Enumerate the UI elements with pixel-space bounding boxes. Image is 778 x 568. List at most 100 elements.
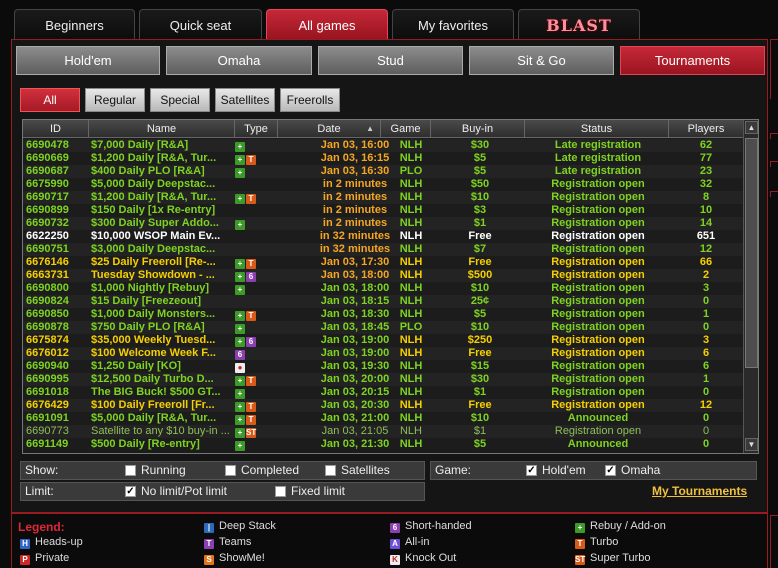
table-row[interactable]: 6690940 $1,250 Daily [KO] ● Jan 03, 19:30 NL… xyxy=(23,360,743,373)
filter-satellites[interactable]: Satellites xyxy=(215,88,275,112)
table-row[interactable]: 6622250 $10,000 WSOP Main Ev... in 32 minu… xyxy=(23,230,743,243)
table-row[interactable]: 6675990 $5,000 Daily Deepstac... in 2 minu… xyxy=(23,178,743,191)
cell-name: $35,000 Weekly Tuesd... xyxy=(91,334,216,346)
cell-id: 6691091 xyxy=(26,412,69,424)
show-label: Show: xyxy=(25,463,59,477)
filter-special[interactable]: Special xyxy=(150,88,210,112)
column-header-game[interactable]: Game xyxy=(381,120,431,138)
cell-game: NLH xyxy=(399,412,423,424)
table-row[interactable]: 6690800 $1,000 Nightly [Rebuy] + Jan 03, 18… xyxy=(23,282,743,295)
table-row[interactable]: 6690824 $15 Daily [Freezeout] Jan 03, 18:1… xyxy=(23,295,743,308)
game-button-tournaments[interactable]: Tournaments xyxy=(620,46,765,75)
cell-type: + T xyxy=(235,256,277,269)
checkbox-omaha[interactable]: ✓ xyxy=(605,465,616,476)
cell-id: 6675874 xyxy=(26,334,69,346)
cell-id: 6690751 xyxy=(26,243,69,255)
game-button-holdem[interactable]: Hold'em xyxy=(16,46,160,75)
my-tournaments-link[interactable]: My Tournaments xyxy=(652,484,747,498)
table-row[interactable]: 6690751 $3,000 Daily Deepstac... in 32 min… xyxy=(23,243,743,256)
button-label: Stud xyxy=(377,53,404,68)
table-row[interactable]: 6690732 $300 Daily Super Addo... + in 2 min… xyxy=(23,217,743,230)
table-row[interactable]: 6675874 $35,000 Weekly Tuesd... +6 Jan 03, … xyxy=(23,334,743,347)
tm-legend-icon: T xyxy=(204,539,214,549)
game-button-sit-and-go[interactable]: Sit & Go xyxy=(469,46,614,75)
table-row[interactable]: 6663731 Tuesday Showdown - ... +6 Jan 03, 1… xyxy=(23,269,743,282)
tab-blast[interactable]: BLAST xyxy=(518,9,640,39)
table-row[interactable]: 6690669 $1,200 Daily [R&A, Tur... + T Jan 03… xyxy=(23,152,743,165)
checkbox-fixed-limit[interactable] xyxy=(275,486,286,497)
cell-game: PLO xyxy=(399,321,423,333)
rebuy-icon: + xyxy=(235,402,245,412)
game-button-stud[interactable]: Stud xyxy=(318,46,463,75)
tournament-table: ID Name Type Date ▲ Game Buy-in Status P… xyxy=(22,119,759,454)
checkbox-completed[interactable] xyxy=(225,465,236,476)
cell-players: 651 xyxy=(696,230,716,242)
tab-quick-seat[interactable]: Quick seat xyxy=(139,9,262,39)
cell-game: NLH xyxy=(399,269,423,281)
vertical-scrollbar[interactable]: ▲ ▼ xyxy=(743,120,758,453)
cell-name: $1,250 Daily [KO] xyxy=(91,360,181,372)
tab-beginners[interactable]: Beginners xyxy=(14,9,135,39)
turbo-icon: T xyxy=(246,415,256,425)
checkbox-holdem[interactable]: ✓ xyxy=(526,465,537,476)
scroll-up-icon[interactable]: ▲ xyxy=(745,121,758,134)
cell-status: Registration open xyxy=(551,386,645,398)
cell-id: 6690687 xyxy=(26,165,69,177)
table-row[interactable]: 6691149 $500 Daily [Re-entry] + Jan 03, 21:… xyxy=(23,438,743,451)
column-header-players[interactable]: Players xyxy=(669,120,743,138)
cell-id: 6690940 xyxy=(26,360,69,372)
cell-game: NLH xyxy=(399,360,423,372)
cell-status: Registration open xyxy=(551,230,645,242)
filter-regular[interactable]: Regular xyxy=(85,88,145,112)
cell-type: + T xyxy=(235,412,277,425)
show-filter-row: Show: Running Completed Satellites xyxy=(20,461,425,480)
table-row[interactable]: 6690995 $12,500 Daily Turbo D... + T Jan 03,… xyxy=(23,373,743,386)
rebuy-icon: + xyxy=(235,389,245,399)
table-row[interactable]: 6690687 $400 Daily PLO [R&A] + Jan 03, 16:3… xyxy=(23,165,743,178)
column-header-status[interactable]: Status xyxy=(525,120,669,138)
tab-all-games[interactable]: All games xyxy=(266,9,388,39)
column-header-buyin[interactable]: Buy-in xyxy=(431,120,525,138)
table-row[interactable]: 6691091 $5,000 Daily [R&A, Tur... + T Jan 03… xyxy=(23,412,743,425)
checkbox-no-limit[interactable]: ✓ xyxy=(125,486,136,497)
scroll-thumb[interactable] xyxy=(745,138,758,368)
rebuy-icon: + xyxy=(235,168,245,178)
table-row[interactable]: 6690478 $7,000 Daily [R&A] + Jan 03, 16:00 N… xyxy=(23,139,743,152)
checkbox-running[interactable] xyxy=(125,465,136,476)
cell-players: 14 xyxy=(699,217,713,229)
cell-game: NLH xyxy=(399,373,423,385)
cell-type: + xyxy=(235,282,277,295)
column-header-name[interactable]: Name xyxy=(89,120,235,138)
cell-players: 2 xyxy=(702,269,710,281)
legend-item: S ShowMe! xyxy=(204,552,265,565)
table-row[interactable]: 6676012 $100 Welcome Week F... 6 Jan 03, 19… xyxy=(23,347,743,360)
cell-players: 23 xyxy=(699,165,713,177)
table-row[interactable]: 6690850 $1,000 Daily Monsters... + T Jan 03,… xyxy=(23,308,743,321)
table-row[interactable]: 6676146 $25 Daily Freeroll [Re-... + T Jan 0… xyxy=(23,256,743,269)
table-row[interactable]: 6690878 $750 Daily PLO [R&A] + Jan 03, 18:4… xyxy=(23,321,743,334)
tab-my-favorites[interactable]: My favorites xyxy=(392,9,514,39)
column-header-type[interactable]: Type xyxy=(235,120,278,138)
tab-label: Beginners xyxy=(45,18,104,33)
rebuy-icon: + xyxy=(235,194,245,204)
table-row[interactable]: 6690717 $1,200 Daily [R&A, Tur... + Tin 2 m… xyxy=(23,191,743,204)
st-legend-icon: ST xyxy=(575,555,586,565)
table-row[interactable]: 6690899 $150 Daily [1x Re-entry] in 2 minu… xyxy=(23,204,743,217)
rebuy-icon: + xyxy=(235,415,245,425)
cell-buyin: Free xyxy=(468,230,492,242)
filter-freerolls[interactable]: Freerolls xyxy=(280,88,340,112)
scroll-down-icon[interactable]: ▼ xyxy=(745,438,758,451)
game-label: Game: xyxy=(435,463,472,477)
table-row[interactable]: 6691018 The BIG Buck! $500 GT... + Jan 03, … xyxy=(23,386,743,399)
filter-all[interactable]: All xyxy=(20,88,80,112)
cell-type: + T xyxy=(235,152,277,165)
cell-type xyxy=(235,230,277,243)
table-row[interactable]: 6676429 $100 Daily Freeroll [Fr... + T Jan 0… xyxy=(23,399,743,412)
game-button-omaha[interactable]: Omaha xyxy=(166,46,312,75)
column-header-id[interactable]: ID xyxy=(23,120,89,138)
checkbox-satellites[interactable] xyxy=(325,465,336,476)
cell-players: 3 xyxy=(702,282,710,294)
cell-id: 6690717 xyxy=(26,191,69,203)
column-header-date[interactable]: Date ▲ xyxy=(278,120,381,138)
table-row[interactable]: 6690773 Satellite to any $10 buy-in ... + S… xyxy=(23,425,743,438)
